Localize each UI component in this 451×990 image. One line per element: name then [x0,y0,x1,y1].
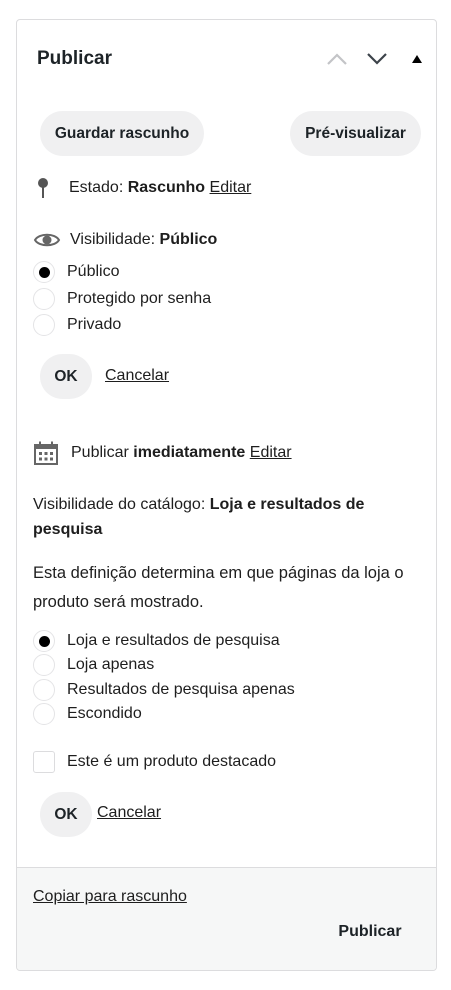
schedule-row: Publicar imediatamente Editar [34,440,292,466]
radio-label: Privado [67,316,122,333]
panel-footer: Copiar para rascunho Publicar [17,867,436,970]
visibility-label: Visibilidade: [70,231,156,248]
status-value: Rascunho [127,179,206,196]
status-label: Estado: [69,179,124,196]
radio-label: Loja e resultados de pesquisa [67,632,280,649]
radio-label: Público [67,263,120,280]
edit-status-link[interactable]: Editar [210,179,252,197]
radio-label: Escondido [67,705,142,722]
schedule-value: imediatamente [133,444,246,461]
edit-schedule-link[interactable]: Editar [250,444,292,462]
pin-icon [38,178,48,198]
radio-button[interactable] [33,679,55,701]
featured-product-checkbox-row[interactable]: Este é um produto destacado [33,751,276,773]
visibility-value: Público [159,231,218,248]
chevron-up-icon [327,53,347,65]
featured-label: Este é um produto destacado [67,753,277,770]
schedule-label: Publicar [71,444,129,461]
radio-label: Resultados de pesquisa apenas [67,681,295,698]
radio-label: Protegido por senha [67,290,212,307]
preview-button[interactable]: Pré-visualizar [290,111,421,156]
visibility-option-password[interactable]: Protegido por senha [33,288,211,310]
radio-label: Loja apenas [67,656,155,673]
chevron-down-icon [367,53,387,65]
visibility-option-private[interactable]: Privado [33,314,121,336]
publish-panel: Publicar Guardar rascunho Pré-visualizar… [16,19,437,971]
status-row: Estado: Rascunho Editar [36,176,251,200]
catalog-label: Visibilidade do catálogo: [33,496,206,513]
radio-button[interactable] [33,703,55,725]
visibility-cancel-link[interactable]: Cancelar [105,367,169,385]
radio-button[interactable] [33,288,55,310]
featured-checkbox[interactable] [33,751,55,773]
move-down-button[interactable] [363,46,391,72]
catalog-option-shop-and-search[interactable]: Loja e resultados de pesquisa [33,630,280,652]
triangle-up-icon [412,55,422,63]
visibility-ok-button[interactable]: OK [40,354,92,399]
catalog-option-hidden[interactable]: Escondido [33,703,142,725]
visibility-option-public[interactable]: Público [33,261,119,283]
catalog-visibility: Visibilidade do catálogo: Loja e resulta… [33,492,425,542]
radio-button[interactable] [33,314,55,336]
catalog-ok-button[interactable]: OK [40,792,92,837]
catalog-option-shop-only[interactable]: Loja apenas [33,654,154,676]
radio-button[interactable] [33,261,55,283]
catalog-option-search-only[interactable]: Resultados de pesquisa apenas [33,679,295,701]
visibility-row: Visibilidade: Público [33,228,217,252]
save-draft-button[interactable]: Guardar rascunho [40,111,204,156]
calendar-icon [34,441,58,465]
radio-button[interactable] [33,630,55,652]
publish-button[interactable]: Publicar [330,917,410,947]
catalog-description: Esta definição determina em que páginas … [33,564,404,611]
panel-title: Publicar [37,48,112,69]
toggle-panel-button[interactable] [403,46,431,72]
copy-to-draft-link[interactable]: Copiar para rascunho [33,888,187,906]
catalog-cancel-link[interactable]: Cancelar [97,804,161,822]
eye-icon [33,233,61,247]
move-up-button[interactable] [323,46,351,72]
radio-button[interactable] [33,654,55,676]
